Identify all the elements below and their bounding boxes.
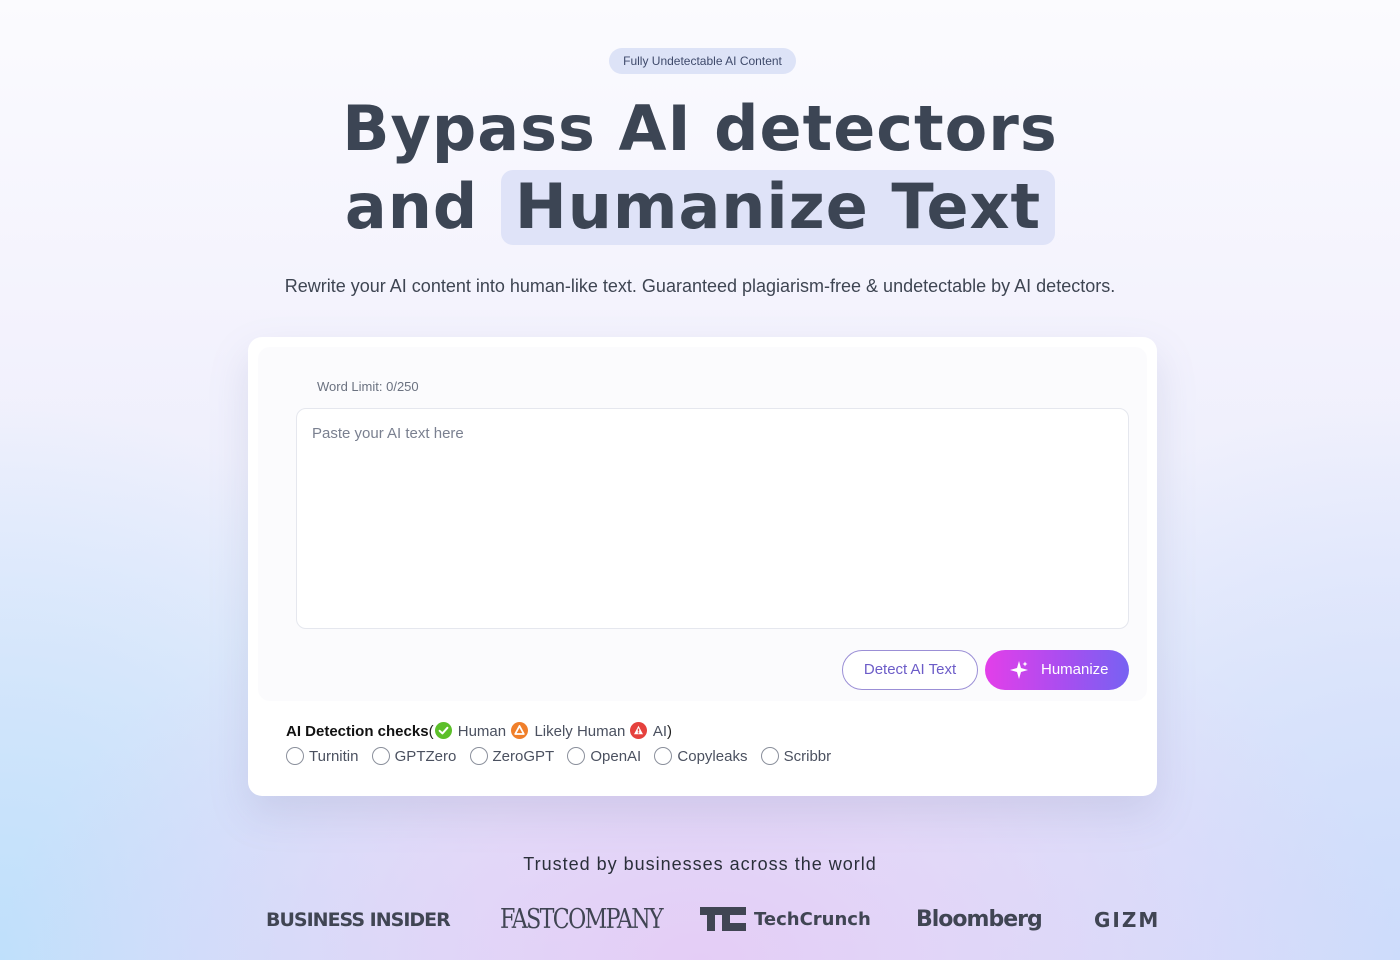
radio-icon — [469, 747, 488, 765]
radio-icon — [371, 747, 390, 765]
detect-ai-text-button[interactable]: Detect AI Text — [842, 650, 978, 690]
logo-fast-company: FASTCOMPANY — [500, 904, 664, 935]
legend-human: Human — [457, 723, 507, 740]
detector-zerogpt[interactable]: ZeroGPT — [469, 747, 555, 765]
headline-line-1: Bypass AI detectors — [342, 92, 1058, 165]
detector-label: GPTZero — [394, 747, 457, 765]
detector-openai[interactable]: OpenAI — [567, 747, 641, 765]
editor-panel: Word Limit: 0/250 Detect AI Text Humaniz… — [258, 347, 1147, 701]
legend-ai: AI — [652, 723, 668, 740]
check-circle-icon — [434, 722, 452, 739]
hero-subtitle: Rewrite your AI content into human-like … — [284, 276, 1116, 296]
legend-likely-human: Likely Human — [534, 723, 626, 740]
headline-prefix: and — [344, 170, 479, 243]
warning-triangle-icon — [511, 722, 529, 739]
humanize-button-label: Humanize — [1041, 661, 1109, 678]
detector-label: ZeroGPT — [492, 747, 555, 765]
word-limit-counter: Word Limit: 0/250 — [317, 379, 419, 394]
alert-triangle-icon — [630, 722, 648, 739]
radio-icon — [567, 747, 586, 765]
trusted-heading: Trusted by businesses across the world — [523, 854, 877, 874]
detector-turnitin[interactable]: Turnitin — [286, 747, 358, 765]
hero-badge: Fully Undetectable AI Content — [609, 48, 796, 74]
ai-text-input[interactable] — [296, 408, 1129, 629]
detector-label: Turnitin — [309, 747, 359, 765]
hero-headline: Bypass AI detectors and Humanize Text — [0, 90, 1400, 246]
detector-label: Scribbr — [783, 747, 832, 765]
radio-icon — [654, 747, 673, 765]
radio-icon — [760, 747, 779, 765]
humanize-button[interactable]: Humanize — [985, 650, 1129, 690]
headline-highlight: Humanize Text — [500, 170, 1056, 245]
detector-list: Turnitin GPTZero ZeroGPT OpenAI Copyleak… — [286, 747, 840, 769]
detector-label: OpenAI — [590, 747, 642, 765]
headline-line-2: and Humanize Text — [0, 168, 1400, 246]
press-logos: BUSINESS INSIDER FASTCOMPANY TechCrunch … — [248, 895, 1157, 945]
detector-scribbr[interactable]: Scribbr — [760, 747, 832, 765]
humanizer-card: Word Limit: 0/250 Detect AI Text Humaniz… — [248, 337, 1157, 796]
logo-techcrunch: TechCrunch — [700, 895, 871, 945]
detection-checks-header: AI Detection checks( Human Likely Human … — [286, 722, 672, 740]
logo-gizmodo: GIZMODO — [1094, 908, 1157, 932]
radio-icon — [286, 747, 304, 765]
detection-checks-title: AI Detection checks — [286, 723, 429, 740]
detector-gptzero[interactable]: GPTZero — [371, 747, 457, 765]
techcrunch-wordmark: TechCrunch — [754, 909, 871, 930]
legend-close-paren: ) — [667, 723, 673, 740]
legend-open-paren: ( — [428, 723, 434, 740]
techcrunch-mark-icon — [700, 907, 746, 931]
logo-business-insider: BUSINESS INSIDER — [266, 909, 451, 931]
logo-bloomberg: Bloomberg — [916, 907, 1043, 932]
sparkle-icon — [1010, 661, 1028, 679]
detector-copyleaks[interactable]: Copyleaks — [654, 747, 747, 765]
detector-label: Copyleaks — [677, 747, 748, 765]
